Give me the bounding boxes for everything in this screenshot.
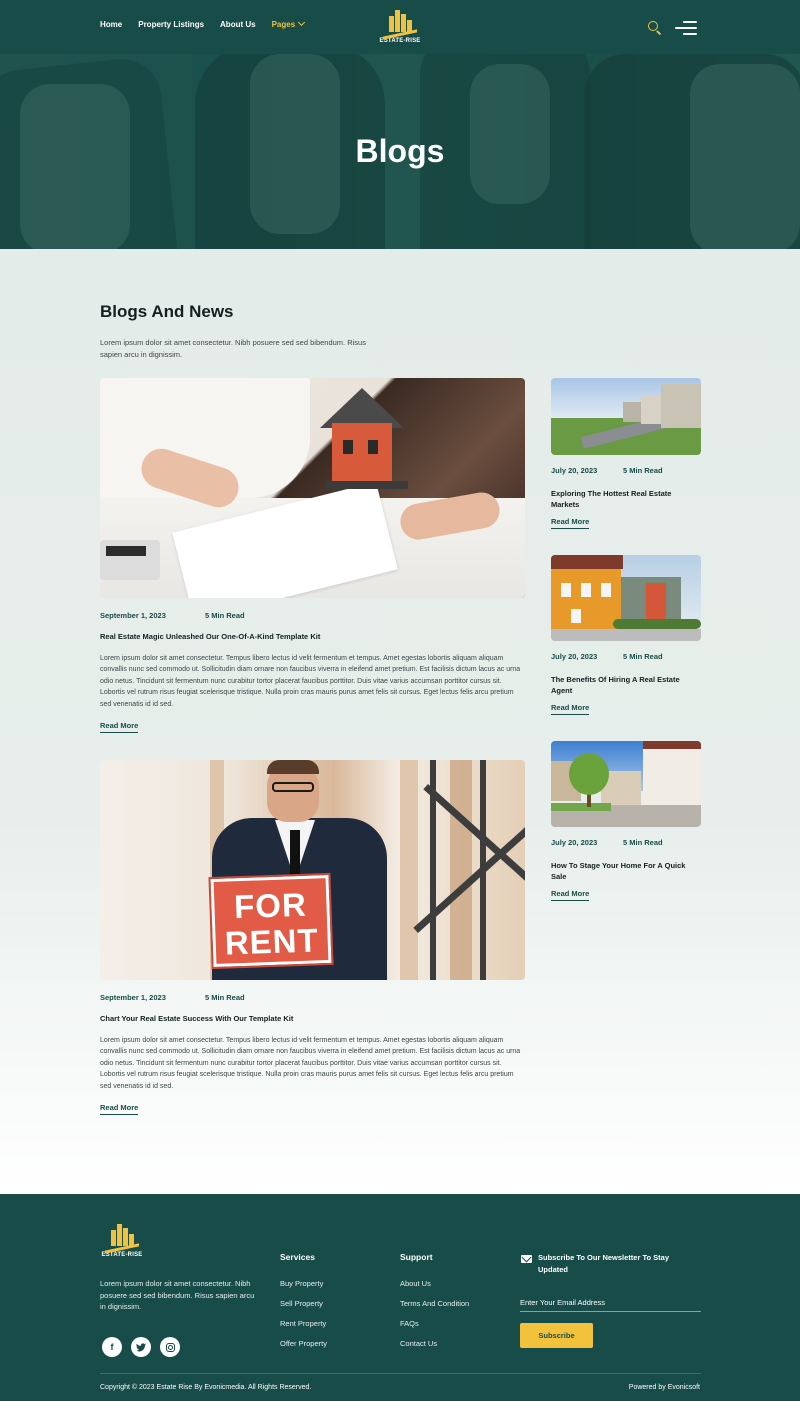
blog-post: September 1, 2023 5 Min Read Real Estate… [100,378,525,733]
sidebar-post-meta: July 20, 2023 5 Min Read [551,466,663,475]
sign-line-1: FOR [233,885,308,926]
post-excerpt: Lorem ipsum dolor sit amet consectetur. … [100,655,521,708]
footer-logo[interactable]: ESTATE-RISE [100,1224,144,1258]
email-input[interactable] [520,1294,701,1312]
sidebar-post-title[interactable]: The Benefits Of Hiring A Real Estate Age… [551,674,701,696]
navbar: Home Property Listings About Us Pages ES… [0,0,800,54]
sidebar-post: July 20, 2023 5 Min Read How To Stage Yo… [551,741,701,901]
sidebar-post: July 20, 2023 5 Min Read Exploring The H… [551,378,701,529]
post-title[interactable]: Real Estate Magic Unleashed Our One-Of-A… [100,632,320,641]
newsletter-heading: Subscribe To Our Newsletter To Stay Upda… [520,1252,701,1275]
sidebar-image-yellow-house[interactable] [551,555,701,641]
footer-link-about-us[interactable]: About Us [400,1279,469,1288]
post-read-time: 5 Min Read [205,611,245,620]
sidebar-post-meta: July 20, 2023 5 Min Read [551,838,663,847]
main-nav: Home Property Listings About Us Pages [100,18,306,29]
sidebar-post-read-time: 5 Min Read [623,466,663,475]
footer-link-sell-property[interactable]: Sell Property [280,1299,327,1308]
sidebar-image-village-street[interactable] [551,741,701,827]
footer-divider [100,1373,701,1374]
footer: ESTATE-RISE Lorem ipsum dolor sit amet c… [0,1194,800,1401]
logo-building-icon [381,10,419,40]
sign-line-2: RENT [224,921,320,962]
footer-link-terms[interactable]: Terms And Condition [400,1299,469,1308]
sidebar-post-date: July 20, 2023 [551,652,598,661]
post-read-time: 5 Min Read [205,993,245,1002]
footer-link-buy-property[interactable]: Buy Property [280,1279,327,1288]
newsletter-form: Subscribe To Our Newsletter To Stay Upda… [520,1252,701,1348]
sidebar-image-suburban-street[interactable] [551,378,701,455]
blog-section: Blogs And News Lorem ipsum dolor sit ame… [0,249,800,1194]
section-description: Lorem ipsum dolor sit amet consectetur. … [100,338,366,359]
footer-link-offer-property[interactable]: Offer Property [280,1339,327,1348]
hero-title: Blogs [355,133,445,169]
sidebar-read-more-link[interactable]: Read More [551,703,590,715]
instagram-icon[interactable] [160,1337,180,1357]
nav-about-us[interactable]: About Us [220,20,256,29]
footer-services-title: Services [280,1252,315,1262]
post-meta: September 1, 2023 5 Min Read [100,611,245,620]
sidebar-post-meta: July 20, 2023 5 Min Read [551,652,663,661]
twitter-icon[interactable] [131,1337,151,1357]
post-title[interactable]: Chart Your Real Estate Success With Our … [100,1014,293,1023]
sidebar-read-more-link[interactable]: Read More [551,889,590,901]
nav-pages-label: Pages [271,20,296,29]
read-more-link[interactable]: Read More [100,1103,139,1115]
hamburger-menu-icon[interactable] [675,21,697,35]
sidebar-read-more-link[interactable]: Read More [551,517,590,529]
newsletter-title: Subscribe To Our Newsletter To Stay Upda… [538,1253,670,1274]
nav-property-listings[interactable]: Property Listings [138,20,204,29]
sidebar-post-title[interactable]: How To Stage Your Home For A Quick Sale [551,860,701,882]
blog-post: FOR RENT September 1, 2023 5 Min Read Ch… [100,760,525,1115]
post-date: September 1, 2023 [100,611,166,620]
sidebar-post: July 20, 2023 5 Min Read The Benefits Of… [551,555,701,715]
post-image-for-rent[interactable]: FOR RENT [100,760,525,980]
logo[interactable]: ESTATE-RISE [378,10,422,44]
mail-icon [521,1255,532,1263]
sidebar-post-read-time: 5 Min Read [623,838,663,847]
copyright-text: Copyright © 2023 Estate Rise By Evonicme… [100,1384,312,1391]
hero-banner: Blogs [0,54,800,249]
sidebar-post-date: July 20, 2023 [551,466,598,475]
section-title: Blogs And News [100,302,234,321]
sidebar-post-title[interactable]: Exploring The Hottest Real Estate Market… [551,488,701,510]
post-meta: September 1, 2023 5 Min Read [100,993,245,1002]
nav-home[interactable]: Home [100,20,122,29]
footer-services-column: Services Buy Property Sell Property Rent… [280,1252,327,1359]
post-image-house-handover[interactable] [100,378,525,598]
for-rent-sign: FOR RENT [208,872,334,970]
subscribe-button[interactable]: Subscribe [520,1323,593,1348]
post-date: September 1, 2023 [100,993,166,1002]
chevron-down-icon [298,18,306,27]
footer-about: Lorem ipsum dolor sit amet consectetur. … [100,1279,255,1311]
footer-link-contact-us[interactable]: Contact Us [400,1339,469,1348]
social-links: f [102,1337,180,1357]
sidebar-post-date: July 20, 2023 [551,838,598,847]
footer-support-title: Support [400,1252,433,1262]
logo-building-icon [103,1224,141,1254]
search-icon[interactable] [648,21,662,35]
powered-by-link[interactable]: Powered by Evonicsoft [629,1384,700,1391]
read-more-link[interactable]: Read More [100,721,139,733]
footer-link-faqs[interactable]: FAQs [400,1319,469,1328]
footer-link-rent-property[interactable]: Rent Property [280,1319,327,1328]
nav-pages-dropdown[interactable]: Pages [271,18,306,29]
sidebar-post-read-time: 5 Min Read [623,652,663,661]
facebook-icon[interactable]: f [102,1337,122,1357]
footer-support-column: Support About Us Terms And Condition FAQ… [400,1252,469,1359]
post-excerpt: Lorem ipsum dolor sit amet consectetur. … [100,1037,521,1090]
